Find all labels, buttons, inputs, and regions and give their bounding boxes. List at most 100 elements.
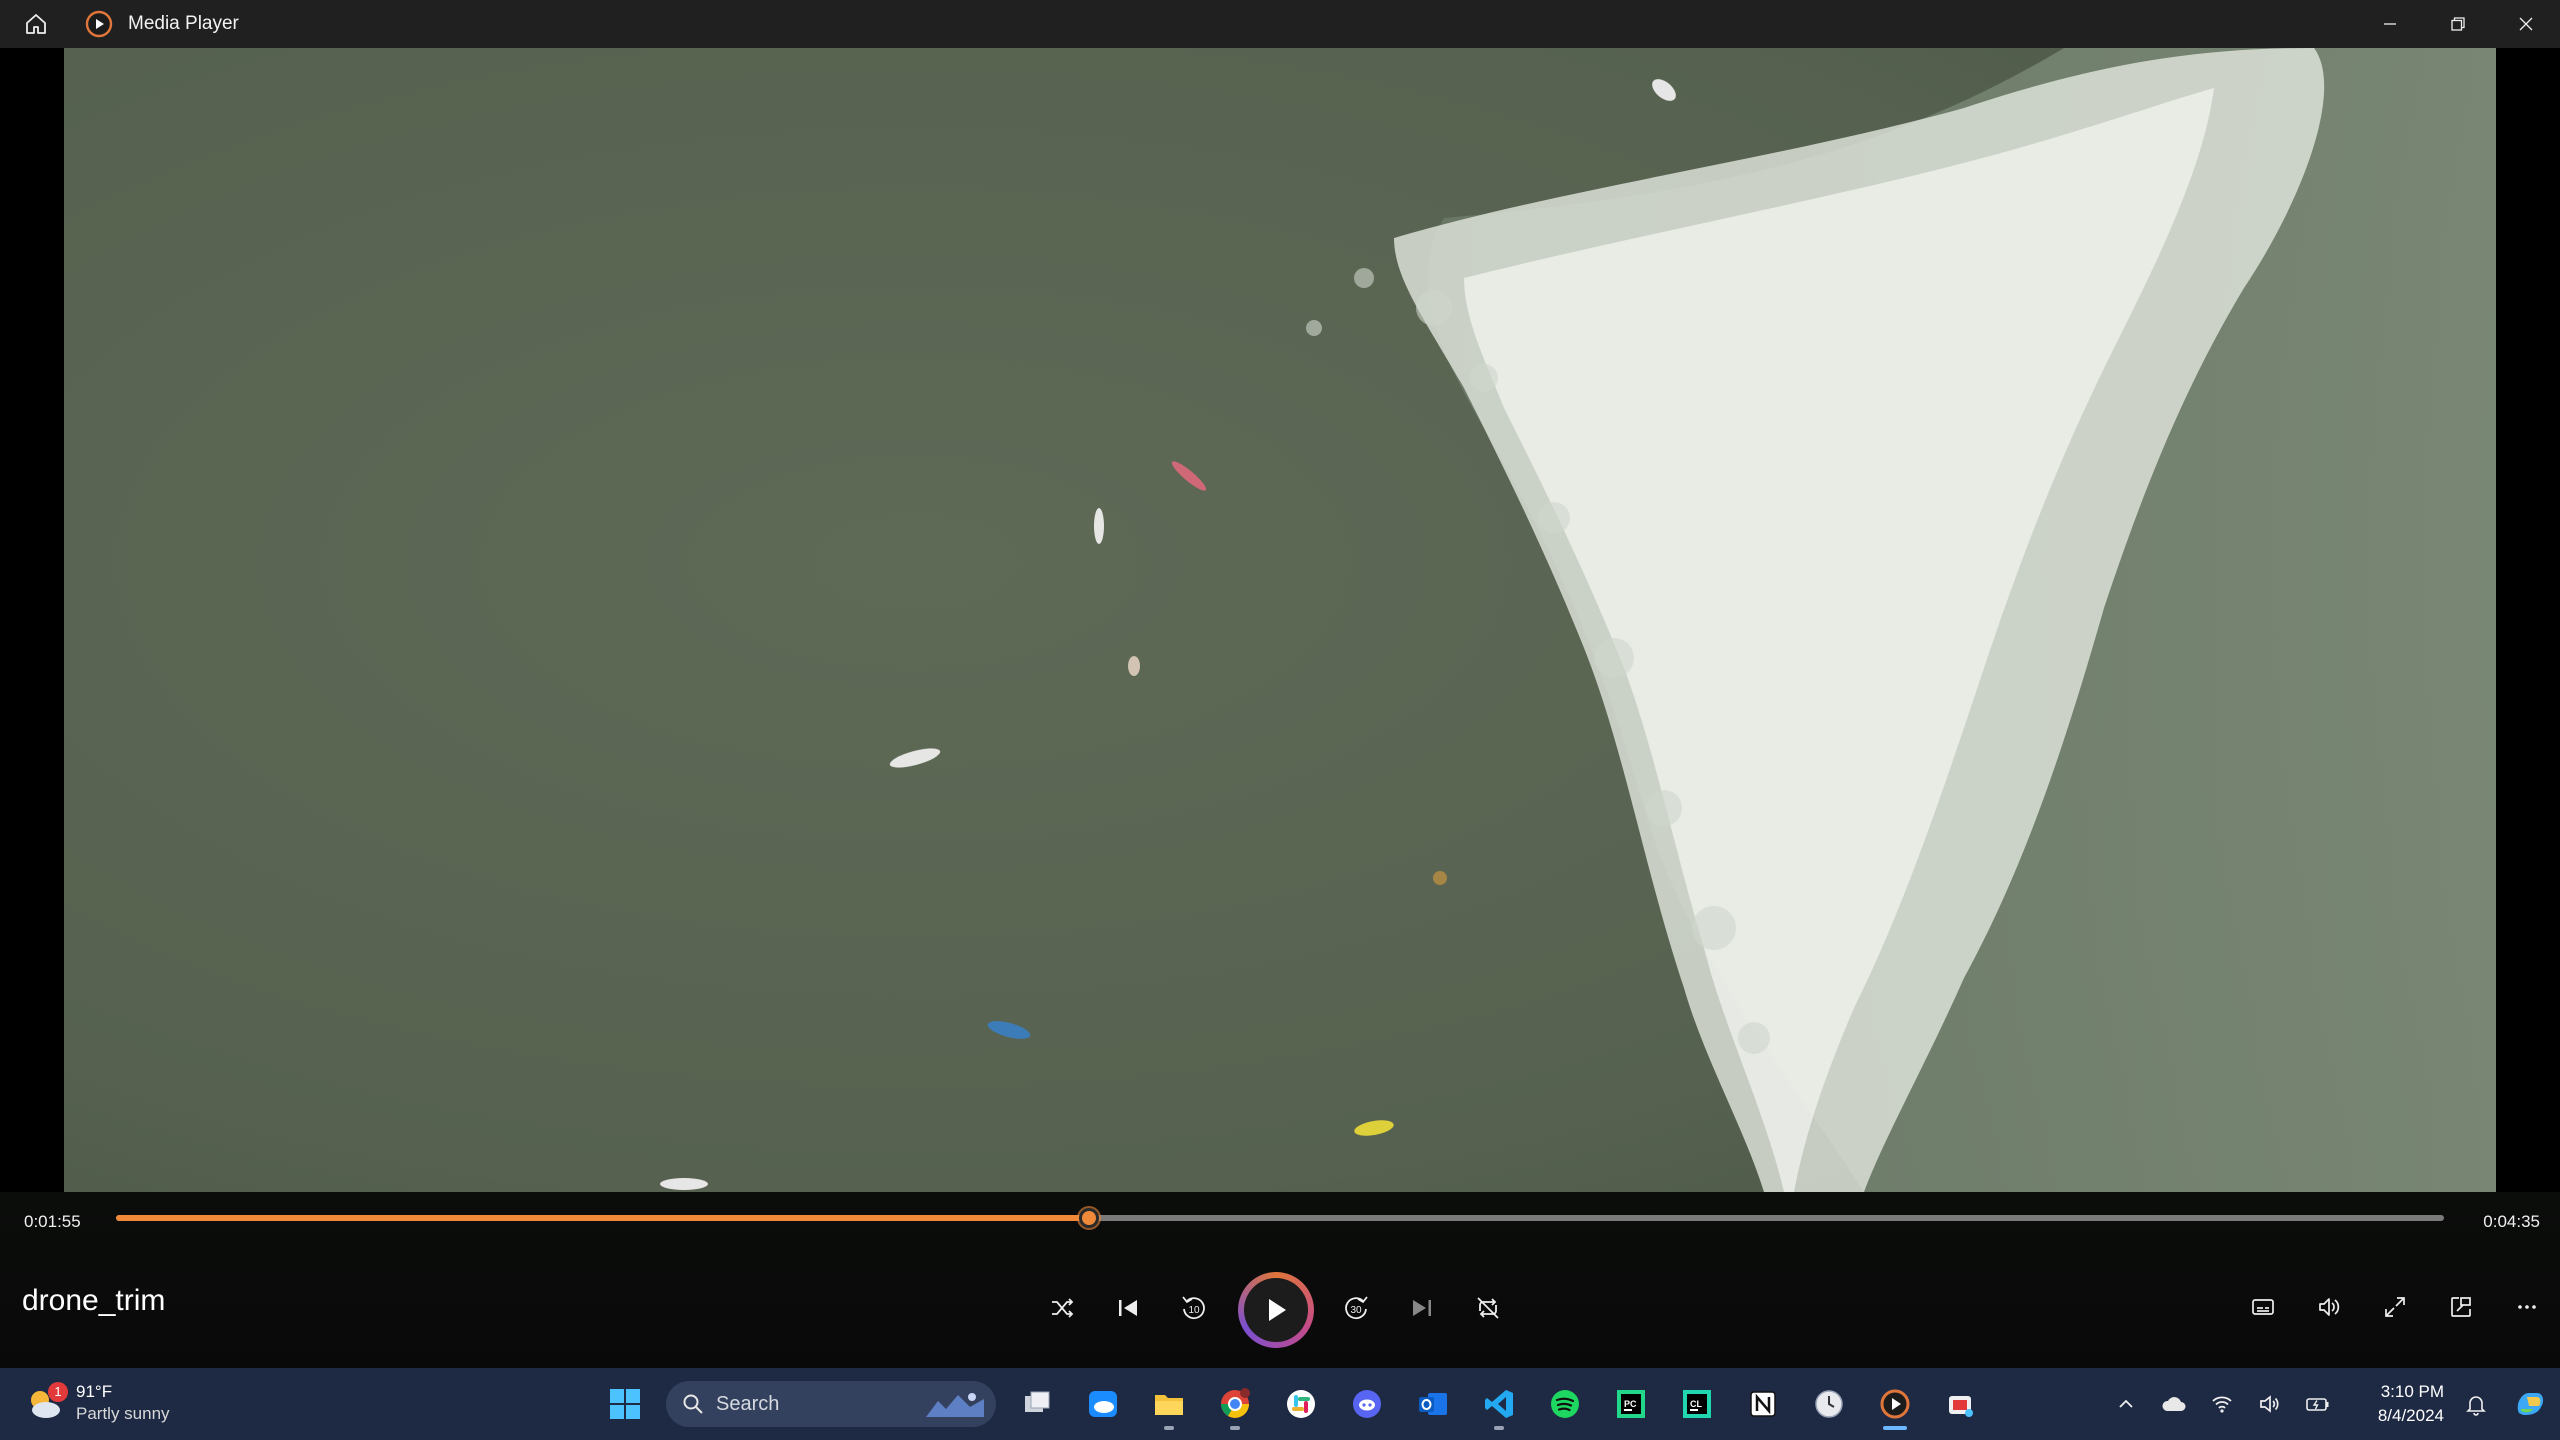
current-time: 0:01:55 [24,1212,81,1231]
wifi-icon [2212,1396,2232,1413]
clock-app[interactable] [1796,1376,1862,1432]
taskbar-apps: Search PC CL [592,1376,1994,1432]
svg-text:PC: PC [1624,1399,1637,1409]
pycharm-icon: PC [1617,1390,1645,1418]
notifications-button[interactable] [2452,1368,2500,1440]
rewind-10-icon: 10 [1182,1296,1205,1320]
notion-app[interactable] [1730,1376,1796,1432]
volume-icon [2319,1298,2340,1316]
secondary-controls [2230,1282,2560,1332]
play-icon [1269,1299,1286,1321]
weather-widget[interactable]: 1 91°F Partly sunny [24,1378,224,1430]
fullscreen-button[interactable] [2362,1282,2428,1332]
running-indicator [1164,1426,1174,1430]
search-highlight-icon [926,1393,984,1417]
previous-button[interactable] [1106,1286,1150,1330]
task-view-button[interactable] [1004,1376,1070,1432]
restore-button[interactable] [2424,0,2492,48]
close-icon [2519,17,2533,31]
media-player-icon [84,9,114,39]
seek-bar[interactable] [116,1208,2444,1228]
network-button[interactable] [2198,1368,2246,1440]
taskbar-clock[interactable]: 3:10 PM 8/4/2024 [2342,1380,2452,1428]
volume-tray-button[interactable] [2246,1368,2294,1440]
start-button[interactable] [592,1376,658,1432]
vscode-app[interactable] [1466,1376,1532,1432]
total-time: 0:04:35 [2483,1212,2540,1231]
next-button[interactable] [1400,1286,1444,1330]
onedrive-icon [1089,1391,1117,1417]
playback-controls: 0:01:55 0:04:35 drone_trim 10 30 [0,1192,2560,1368]
copilot-icon [2517,1393,2544,1415]
clion-icon: CL [1683,1390,1711,1418]
media-player-app[interactable] [1862,1376,1928,1432]
captions-icon [2252,1299,2274,1315]
repeat-off-icon [1477,1297,1499,1319]
chrome-app[interactable] [1202,1376,1268,1432]
play-button[interactable] [1238,1272,1314,1348]
snipping-tool-app[interactable] [1928,1376,1994,1432]
show-hidden-icons-button[interactable] [2102,1368,2150,1440]
task-view-icon [1025,1391,1050,1412]
spotify-app[interactable] [1532,1376,1598,1432]
weather-description: Partly sunny [76,1404,170,1423]
chevron-up-icon [2119,1399,2133,1408]
media-player-icon [1880,1389,1910,1419]
next-icon [1413,1300,1431,1316]
outlook-app[interactable] [1400,1376,1466,1432]
slack-icon [1287,1390,1315,1418]
play-button-inner [1244,1278,1308,1342]
fullscreen-icon [2385,1297,2405,1317]
minimize-button[interactable] [2356,0,2424,48]
repeat-button[interactable] [1466,1286,1510,1330]
mini-player-button[interactable] [2428,1282,2494,1332]
weather-temperature: 91°F [76,1382,113,1401]
captions-button[interactable] [2230,1282,2296,1332]
more-options-button[interactable] [2494,1282,2560,1332]
home-icon [26,14,46,34]
cloud-icon [2162,1397,2186,1411]
pycharm-app[interactable]: PC [1598,1376,1664,1432]
copilot-button[interactable] [2500,1368,2560,1440]
forward-30-icon: 30 [1345,1296,1368,1320]
clion-app[interactable]: CL [1664,1376,1730,1432]
seek-thumb[interactable] [1079,1208,1100,1228]
drone-video-ocean-surfers [64,48,2496,1192]
seek-progress [116,1215,1090,1221]
active-indicator [1883,1426,1907,1430]
previous-icon [1119,1300,1137,1316]
shuffle-button[interactable] [1040,1286,1084,1330]
battery-icon [2306,1398,2329,1411]
start-icon [610,1389,640,1419]
close-button[interactable] [2492,0,2560,48]
speaker-icon [2260,1395,2279,1413]
rewind-10-button[interactable]: 10 [1172,1286,1216,1330]
home-button[interactable] [0,0,72,48]
clock-time: 3:10 PM [2380,1382,2444,1401]
mini-player-icon [2451,1297,2471,1317]
transport-controls: 10 30 [1040,1270,1520,1350]
minimize-icon [2384,23,2396,25]
running-indicator [1494,1426,1504,1430]
search-box[interactable]: Search [666,1381,996,1427]
system-tray: 3:10 PM 8/4/2024 [2102,1368,2560,1440]
forward-30-button[interactable]: 30 [1334,1286,1378,1330]
clock-date: 8/4/2024 [2377,1406,2444,1425]
running-indicator [1230,1426,1240,1430]
battery-button[interactable] [2294,1368,2342,1440]
window-controls [2356,0,2560,48]
onedrive-app[interactable] [1070,1376,1136,1432]
clock-app-icon [1815,1390,1843,1418]
slack-app[interactable] [1268,1376,1334,1432]
vscode-icon [1485,1390,1513,1418]
restore-icon [2451,17,2465,31]
discord-app[interactable] [1334,1376,1400,1432]
discord-icon [1353,1390,1381,1418]
volume-button[interactable] [2296,1282,2362,1332]
onedrive-tray[interactable] [2150,1368,2198,1440]
chrome-icon [1221,1388,1250,1418]
svg-text:10: 10 [1188,1305,1200,1316]
more-icon [2518,1305,2536,1309]
file-explorer-app[interactable] [1136,1376,1202,1432]
video-frame[interactable] [64,48,2496,1192]
